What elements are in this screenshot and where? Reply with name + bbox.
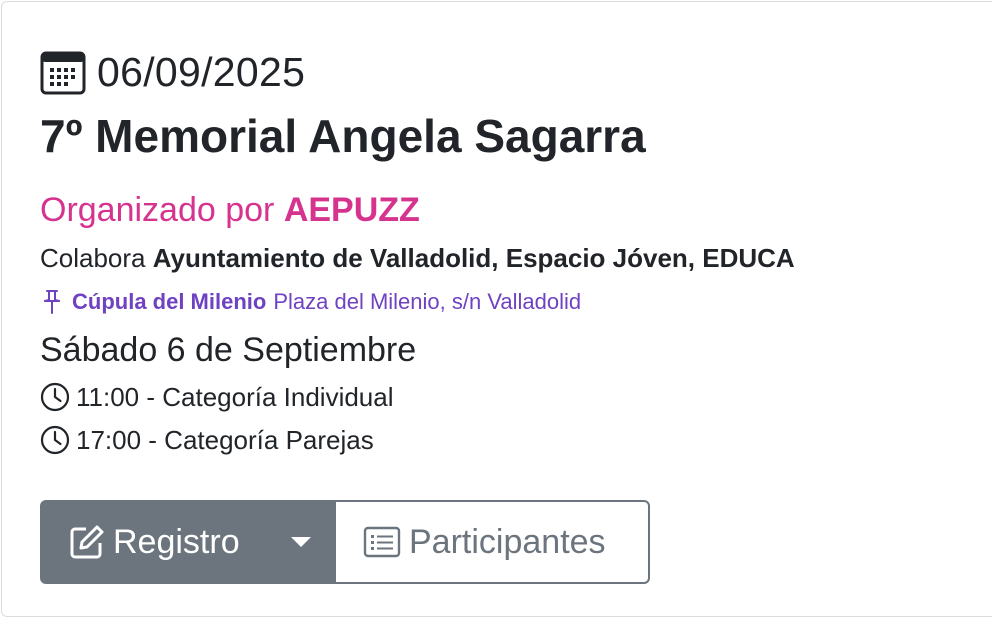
location-link[interactable]: Cúpula del Milenio Plaza del Milenio, s/… bbox=[40, 286, 581, 318]
venue-address: Plaza del Milenio, s/n Valladolid bbox=[273, 289, 582, 314]
list-icon bbox=[363, 526, 401, 558]
schedule-item: 11:00 - Categoría Individual bbox=[40, 380, 394, 414]
participants-label: Participantes bbox=[409, 522, 606, 561]
event-date-row: 06/09/2025 bbox=[40, 48, 305, 96]
register-label: Registro bbox=[113, 522, 240, 561]
organizer-link[interactable]: AEPUZZ bbox=[284, 191, 420, 229]
collaborators-line: Colabora Ayuntamiento de Valladolid, Esp… bbox=[40, 241, 795, 275]
schedule-text: 11:00 - Categoría Individual bbox=[76, 382, 394, 412]
schedule-item: 17:00 - Categoría Parejas bbox=[40, 423, 374, 457]
participants-button[interactable]: Participantes bbox=[335, 500, 650, 584]
event-day: Sábado 6 de Septiembre bbox=[40, 331, 417, 369]
pin-icon bbox=[44, 290, 60, 314]
clock-icon bbox=[40, 425, 70, 455]
clock-icon bbox=[40, 382, 70, 412]
collaborators-list: Ayuntamiento de Valladolid, Espacio Jóve… bbox=[152, 243, 795, 273]
caret-down-icon[interactable] bbox=[290, 535, 312, 549]
edit-icon bbox=[70, 525, 104, 559]
organizer-line: Organizado por AEPUZZ bbox=[40, 188, 420, 232]
event-date: 06/09/2025 bbox=[97, 48, 306, 95]
action-button-group: Registro Participantes bbox=[40, 500, 650, 584]
event-card: 06/09/2025 7º Memorial Angela Sagarra Or… bbox=[1, 1, 992, 617]
register-dropdown-button[interactable]: Registro bbox=[40, 500, 335, 584]
venue-name: Cúpula del Milenio bbox=[72, 289, 267, 314]
event-title: 7º Memorial Angela Sagarra bbox=[40, 110, 646, 162]
organizer-prefix: Organizado por bbox=[40, 191, 275, 229]
schedule-text: 17:00 - Categoría Parejas bbox=[76, 425, 374, 455]
calendar-icon bbox=[40, 51, 86, 95]
collaborators-prefix: Colabora bbox=[40, 243, 146, 273]
